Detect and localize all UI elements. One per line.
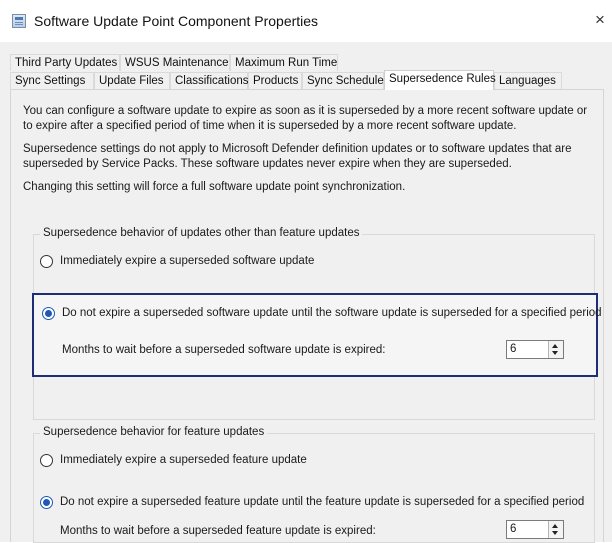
tab-update-files[interactable]: Update Files xyxy=(94,72,170,89)
tab-maximum-run-time[interactable]: Maximum Run Time xyxy=(230,54,338,71)
tab-wsus-maintenance[interactable]: WSUS Maintenance xyxy=(120,54,230,71)
window-title: Software Update Point Component Properti… xyxy=(34,13,319,29)
other-months-spinbox[interactable]: 6 xyxy=(506,340,564,359)
spin-down-arrow-icon[interactable] xyxy=(552,531,558,535)
radio-button[interactable] xyxy=(40,454,53,467)
tab-third-party-updates[interactable]: Third Party Updates xyxy=(10,54,120,71)
other-months-label: Months to wait before a superseded softw… xyxy=(62,344,386,356)
tab-languages[interactable]: Languages xyxy=(494,72,562,89)
feature-months-spinbox[interactable]: 6 xyxy=(506,520,564,539)
properties-window-icon xyxy=(12,14,26,28)
selected-option-highlight: Do not expire a superseded software upda… xyxy=(32,293,602,377)
tab-sync-schedule[interactable]: Sync Schedule xyxy=(302,72,384,89)
description-paragraph-3: Changing this setting will force a full … xyxy=(23,181,406,193)
description-paragraph-1: You can configure a software update to e… xyxy=(23,105,588,132)
radio-button-selected[interactable] xyxy=(42,307,55,320)
tab-sync-settings[interactable]: Sync Settings xyxy=(10,72,94,89)
feature-months-value[interactable]: 6 xyxy=(510,523,516,535)
spin-down-arrow-icon[interactable] xyxy=(552,351,558,355)
spin-buttons[interactable] xyxy=(548,521,563,538)
tab-row-front: Sync Settings Update Files Classificatio… xyxy=(10,70,570,90)
radio-button-selected[interactable] xyxy=(40,496,53,509)
dialog-client-area: Third Party Updates WSUS Maintenance Max… xyxy=(0,42,612,543)
title-bar: Software Update Point Component Properti… xyxy=(0,0,612,42)
spin-buttons[interactable] xyxy=(548,341,563,358)
feature-months-label: Months to wait before a superseded featu… xyxy=(60,525,376,537)
group-feature-updates: Supersedence behavior for feature update… xyxy=(33,426,595,543)
other-months-value[interactable]: 6 xyxy=(510,343,516,355)
tab-products[interactable]: Products xyxy=(248,72,302,89)
close-icon[interactable]: × xyxy=(590,10,610,30)
radio-button[interactable] xyxy=(40,255,53,268)
tab-row-back: Third Party Updates WSUS Maintenance Max… xyxy=(10,54,340,71)
description-paragraph-2: Supersedence settings do not apply to Mi… xyxy=(23,143,572,170)
group-feature-updates-legend: Supersedence behavior for feature update… xyxy=(40,426,268,438)
spin-up-arrow-icon[interactable] xyxy=(552,524,558,528)
group-other-updates-legend: Supersedence behavior of updates other t… xyxy=(40,227,363,239)
radio-label: Do not expire a superseded feature updat… xyxy=(60,496,585,508)
tab-classifications[interactable]: Classifications xyxy=(170,72,249,89)
radio-label: Immediately expire a superseded feature … xyxy=(60,454,307,466)
tab-supersedence-rules[interactable]: Supersedence Rules xyxy=(384,70,496,90)
radio-label: Immediately expire a superseded software… xyxy=(60,255,315,267)
spin-up-arrow-icon[interactable] xyxy=(552,344,558,348)
radio-label: Do not expire a superseded software upda… xyxy=(62,307,602,319)
